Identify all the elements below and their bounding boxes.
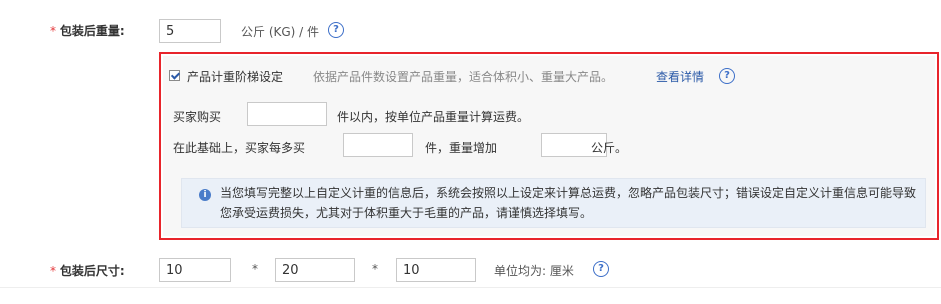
required-mark: * <box>50 24 56 38</box>
times-sign: * <box>252 262 258 276</box>
size-unit: 单位均为: 厘米 <box>494 264 574 278</box>
width-input[interactable] <box>275 258 355 282</box>
buyer-buys-label: 买家购买 <box>173 110 222 124</box>
divider <box>0 287 941 288</box>
size-help-icon[interactable]: ? <box>593 261 609 277</box>
extra-quantity-input[interactable] <box>343 133 413 157</box>
base-quantity-suffix: 件以内，按单位产品重量计算运费。 <box>337 110 530 124</box>
height-input[interactable] <box>396 258 476 282</box>
weight-label: 包装后重量: <box>59 24 125 38</box>
tiered-weight-description: 依据产品件数设置产品重量，适合体积小、重量大产品。 <box>313 70 614 84</box>
tiered-weight-checkbox[interactable] <box>169 70 180 81</box>
tiered-weight-checkbox-label[interactable]: 产品计重阶梯设定 <box>187 68 283 85</box>
times-sign: * <box>372 262 378 276</box>
details-link[interactable]: 查看详情 <box>656 68 704 85</box>
notice-text: 当您填写完整以上自定义计重的信息后，系统会按照以上设定来计算总运费，忽略产品包装… <box>220 186 917 220</box>
required-mark: * <box>50 264 56 278</box>
length-input[interactable] <box>159 258 231 282</box>
base-quantity-input[interactable] <box>247 102 327 126</box>
extra-quantity-prefix: 在此基础上，买家每多买 <box>173 141 306 155</box>
info-icon: i <box>199 189 211 201</box>
weight-row: * 包装后重量: <box>50 22 125 39</box>
tiered-weight-panel: 产品计重阶梯设定 依据产品件数设置产品重量，适合体积小、重量大产品。 查看详情 … <box>159 52 939 240</box>
size-label: 包装后尺寸: <box>59 264 125 278</box>
tiered-weight-panel-body: 产品计重阶梯设定 依据产品件数设置产品重量，适合体积小、重量大产品。 查看详情 … <box>163 56 935 236</box>
weight-unit: 公斤 (KG) / 件 <box>241 25 320 39</box>
weight-input[interactable] <box>159 19 221 43</box>
tiered-help-icon[interactable]: ? <box>719 68 735 84</box>
weight-help-icon[interactable]: ? <box>328 22 344 38</box>
extra-weight-unit: 公斤。 <box>591 141 628 155</box>
extra-quantity-middle: 件，重量增加 <box>425 141 498 155</box>
notice-box: i 当您填写完整以上自定义计重的信息后，系统会按照以上设定来计算总运费，忽略产品… <box>181 178 926 228</box>
size-row: * 包装后尺寸: <box>50 262 125 279</box>
